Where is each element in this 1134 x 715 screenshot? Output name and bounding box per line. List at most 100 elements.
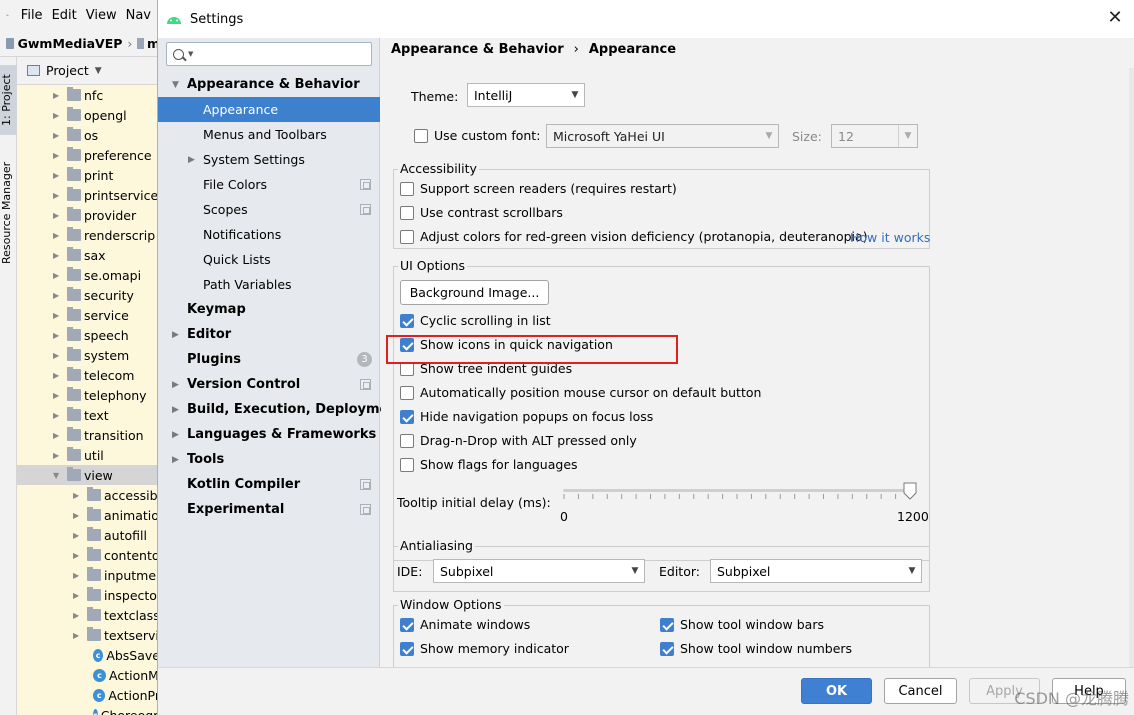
tree-item[interactable]: ▶ nfc bbox=[17, 85, 160, 105]
chevron-right-icon[interactable]: ▶ bbox=[53, 91, 61, 100]
chevron-right-icon[interactable]: ▶ bbox=[53, 391, 61, 400]
checkbox-box[interactable] bbox=[400, 457, 414, 472]
chevron-down-icon[interactable]: ▼ bbox=[172, 80, 179, 90]
checkbox-box[interactable] bbox=[660, 641, 674, 656]
tree-item[interactable]: c ActionM bbox=[17, 665, 160, 685]
chevron-right-icon[interactable]: ▶ bbox=[53, 251, 61, 260]
theme-select[interactable]: IntelliJ ▼ bbox=[467, 83, 585, 107]
chevron-right-icon[interactable]: ▶ bbox=[53, 171, 61, 180]
nav-item-editor[interactable]: ▶ Editor bbox=[158, 322, 380, 347]
chevron-right-icon[interactable]: ▶ bbox=[53, 111, 61, 120]
chevron-right-icon[interactable]: ▶ bbox=[53, 411, 61, 420]
nav-item-experimental[interactable]: Experimental bbox=[158, 497, 380, 522]
menu-navigate[interactable]: Nav bbox=[126, 8, 151, 23]
ide-aa-select[interactable]: Subpixel ▼ bbox=[433, 559, 645, 583]
tree-item[interactable]: ▶ speech bbox=[17, 325, 160, 345]
nav-item-appearance-behavior[interactable]: ▼ Appearance & Behavior bbox=[158, 72, 380, 97]
nav-item-build-execution-deployment[interactable]: ▶ Build, Execution, Deployment bbox=[158, 397, 404, 422]
chevron-right-icon[interactable]: ▶ bbox=[73, 511, 81, 520]
contrast-scrollbars-checkbox[interactable]: Use contrast scrollbars bbox=[400, 205, 563, 220]
drag-n-drop-with-alt-pressed-onlycheckbox[interactable]: Drag-n-Drop with ALT pressed only bbox=[400, 433, 637, 448]
nav-item-keymap[interactable]: Keymap bbox=[158, 297, 380, 322]
chevron-down-icon[interactable]: ▼ bbox=[188, 50, 193, 58]
tree-item[interactable]: ▶ inputme bbox=[17, 565, 160, 585]
nav-item-quick-lists[interactable]: Quick Lists bbox=[158, 247, 380, 272]
nav-item-scopes[interactable]: Scopes bbox=[158, 197, 380, 222]
tool-window-bars-checkbox[interactable]: Show tool window bars bbox=[660, 617, 824, 632]
chevron-right-icon[interactable]: ▶ bbox=[53, 211, 61, 220]
checkbox-box[interactable] bbox=[400, 385, 414, 400]
animate-windows-checkbox[interactable]: Animate windows bbox=[400, 617, 530, 632]
checkbox-box[interactable] bbox=[400, 181, 414, 196]
tree-item[interactable]: ▶ printservice bbox=[17, 185, 160, 205]
ok-button[interactable]: OK bbox=[801, 678, 872, 704]
chevron-right-icon[interactable]: ▶ bbox=[73, 611, 81, 620]
chevron-right-icon[interactable]: ▶ bbox=[53, 351, 61, 360]
chevron-right-icon[interactable]: ▶ bbox=[53, 191, 61, 200]
tree-item[interactable]: ▶ accessib bbox=[17, 485, 160, 505]
checkbox-box[interactable] bbox=[400, 205, 414, 220]
chevron-down-icon[interactable]: ▼ bbox=[95, 66, 102, 76]
content-scrollbar[interactable] bbox=[1129, 68, 1134, 667]
settings-search[interactable]: ▼ bbox=[166, 42, 372, 66]
tree-item[interactable]: ▶ animatio bbox=[17, 505, 160, 525]
nav-item-version-control[interactable]: ▶ Version Control bbox=[158, 372, 380, 397]
background-image-button[interactable]: Background Image... bbox=[400, 280, 549, 305]
cyclic-scrolling-in-listcheckbox[interactable]: Cyclic scrolling in list bbox=[400, 313, 551, 328]
search-input[interactable] bbox=[196, 47, 371, 61]
nav-item-appearance[interactable]: Appearance bbox=[158, 97, 380, 122]
tree-item[interactable]: ▼ view bbox=[17, 465, 160, 485]
chevron-right-icon[interactable]: ▶ bbox=[53, 131, 61, 140]
project-view-header[interactable]: Project ▼ bbox=[17, 57, 160, 85]
close-icon[interactable]: ✕ bbox=[1105, 8, 1125, 28]
nav-item-file-colors[interactable]: File Colors bbox=[158, 172, 380, 197]
tree-item[interactable]: ▶ contento bbox=[17, 545, 160, 565]
tree-item[interactable]: ▶ inspecto bbox=[17, 585, 160, 605]
chevron-right-icon[interactable]: ▶ bbox=[53, 291, 61, 300]
tree-item[interactable]: ▶ util bbox=[17, 445, 160, 465]
how-it-works-link[interactable]: How it works bbox=[850, 230, 930, 245]
tree-item[interactable]: c ActionPr bbox=[17, 685, 160, 705]
tree-item[interactable]: ▶ service bbox=[17, 305, 160, 325]
chevron-right-icon[interactable]: ▶ bbox=[188, 155, 195, 165]
tree-item[interactable]: ▶ textservi bbox=[17, 625, 160, 645]
nav-item-path-variables[interactable]: Path Variables bbox=[158, 272, 380, 297]
chevron-right-icon[interactable]: ▶ bbox=[73, 551, 81, 560]
automatically-position-mouse-cursor-on-default-buttoncheckbox[interactable]: Automatically position mouse cursor on d… bbox=[400, 385, 761, 400]
chevron-right-icon[interactable]: ▶ bbox=[73, 591, 81, 600]
tree-item[interactable]: ▶ sax bbox=[17, 245, 160, 265]
nav-item-notifications[interactable]: Notifications bbox=[158, 222, 380, 247]
chevron-right-icon[interactable]: ▶ bbox=[53, 451, 61, 460]
chevron-right-icon[interactable]: ▶ bbox=[73, 631, 81, 640]
nav-item-menus-and-toolbars[interactable]: Menus and Toolbars bbox=[158, 122, 380, 147]
memory-indicator-checkbox[interactable]: Show memory indicator bbox=[400, 641, 569, 656]
checkbox-box[interactable] bbox=[660, 617, 674, 632]
chevron-right-icon[interactable]: ▶ bbox=[172, 405, 179, 415]
chevron-down-icon[interactable]: ▼ bbox=[53, 471, 61, 480]
tree-item[interactable]: ▶ security bbox=[17, 285, 160, 305]
chevron-right-icon[interactable]: ▶ bbox=[53, 311, 61, 320]
chevron-right-icon[interactable]: ▶ bbox=[53, 431, 61, 440]
editor-aa-select[interactable]: Subpixel ▼ bbox=[710, 559, 922, 583]
nav-item-languages-frameworks[interactable]: ▶ Languages & Frameworks bbox=[158, 422, 380, 447]
checkbox-box[interactable] bbox=[400, 641, 414, 656]
tree-item[interactable]: ▶ telecom bbox=[17, 365, 160, 385]
chevron-right-icon[interactable]: ▶ bbox=[53, 151, 61, 160]
nav-item-system-settings[interactable]: ▶ System Settings bbox=[158, 147, 380, 172]
tree-item[interactable]: ▶ telephony bbox=[17, 385, 160, 405]
tree-item[interactable]: ▶ opengl bbox=[17, 105, 160, 125]
menu-view[interactable]: View bbox=[86, 8, 117, 23]
tool-window-numbers-checkbox[interactable]: Show tool window numbers bbox=[660, 641, 852, 656]
cancel-button[interactable]: Cancel bbox=[884, 678, 957, 704]
tree-item[interactable]: ▶ system bbox=[17, 345, 160, 365]
tree-item[interactable]: ▶ se.omapi bbox=[17, 265, 160, 285]
hide-navigation-popups-on-focus-losscheckbox[interactable]: Hide navigation popups on focus loss bbox=[400, 409, 653, 424]
chevron-right-icon[interactable]: ▶ bbox=[172, 330, 179, 340]
chevron-right-icon[interactable]: ▶ bbox=[172, 455, 179, 465]
chevron-right-icon[interactable]: ▶ bbox=[53, 271, 61, 280]
checkbox-box[interactable] bbox=[400, 313, 414, 328]
checkbox-box[interactable] bbox=[400, 617, 414, 632]
chevron-right-icon[interactable]: ▶ bbox=[172, 430, 179, 440]
show-flags-for-languagescheckbox[interactable]: Show flags for languages bbox=[400, 457, 578, 472]
checkbox-box[interactable] bbox=[400, 409, 414, 424]
